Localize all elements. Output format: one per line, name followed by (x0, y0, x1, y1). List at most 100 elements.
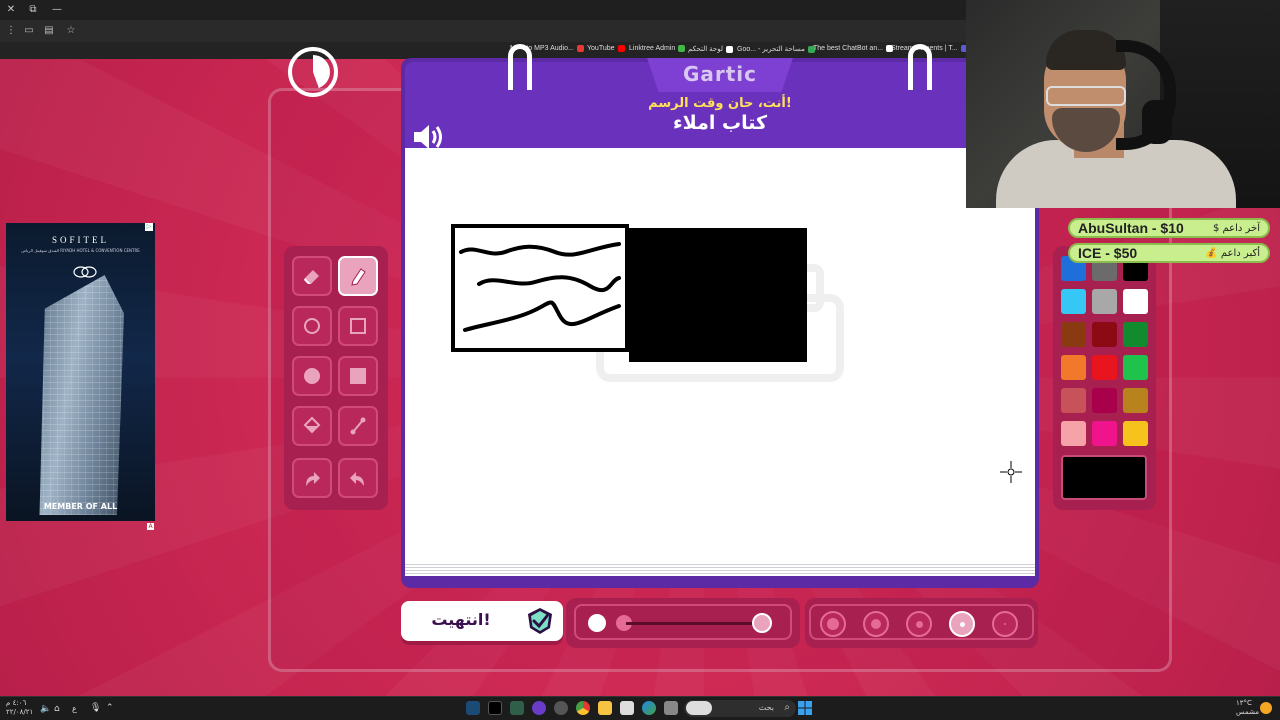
notepad-icon[interactable] (620, 701, 634, 715)
color-swatch[interactable] (1061, 289, 1086, 314)
opacity-option[interactable] (906, 611, 932, 637)
opacity-option[interactable] (992, 611, 1018, 637)
tools-panel (284, 246, 388, 510)
opacity-option[interactable] (820, 611, 846, 637)
drawing-canvas[interactable] (405, 148, 1035, 562)
color-swatch[interactable] (1123, 289, 1148, 314)
color-swatch[interactable] (1123, 355, 1148, 380)
bookmark-star-icon[interactable]: ☆ (64, 24, 78, 38)
search-placeholder: بحث (758, 703, 774, 712)
rect-outline-tool[interactable] (338, 306, 378, 346)
restore-window-icon[interactable]: ⧉ (26, 3, 40, 17)
settings-icon[interactable] (554, 701, 568, 715)
color-swatch[interactable] (1123, 388, 1148, 413)
tray-expand-icon[interactable]: ⌃ (106, 703, 114, 713)
circle-fill-icon (304, 368, 320, 384)
ad-report-icon[interactable]: A (147, 523, 154, 530)
line-tool[interactable] (338, 406, 378, 446)
square-outline-icon (350, 318, 366, 334)
color-swatch[interactable] (1092, 355, 1117, 380)
menu-icon[interactable]: ⋮ (4, 24, 18, 38)
undo-icon (306, 472, 320, 486)
network-icon[interactable]: ⌂ (54, 704, 60, 714)
language-indicator[interactable]: ع (72, 704, 77, 713)
notebook-pages-edge (405, 562, 1035, 576)
opacity-option[interactable] (863, 611, 889, 637)
task-view-icon[interactable] (664, 701, 678, 715)
check-shield-icon (528, 608, 552, 634)
crosshair-cursor-icon (1000, 461, 1022, 483)
rect-fill-tool[interactable] (338, 356, 378, 396)
search-highlight-image (686, 701, 712, 715)
xbox-icon[interactable] (510, 701, 524, 715)
color-swatch[interactable] (1092, 388, 1117, 413)
bookmark-linktree[interactable]: Linktree Admin (629, 45, 686, 52)
bookmark-chatbot[interactable]: The best ChatBot an... (813, 45, 894, 52)
chrome-icon[interactable] (576, 701, 590, 715)
color-swatch[interactable] (1061, 421, 1086, 446)
bookmark-youtube[interactable]: YouTube (587, 45, 625, 52)
eraser-tool[interactable] (292, 256, 332, 296)
current-color-preview (1061, 455, 1147, 500)
color-swatch[interactable] (1123, 322, 1148, 347)
ellipse-fill-tool[interactable] (292, 356, 332, 396)
undo-tool[interactable] (292, 458, 332, 498)
windows-taskbar: ٤:٠٦ م ٢٢/٠٨/٢١ 🔈 ⌂ ع 🎙 ⌃ بحث ⌕ ١٣°C مشم… (0, 696, 1280, 720)
redo-icon (350, 472, 364, 486)
bookmark-google-edit[interactable]: Goo... - مساحة التحرير (737, 45, 815, 53)
file-explorer-icon[interactable] (598, 701, 612, 715)
linktree-icon (678, 45, 686, 52)
windows-start-icon[interactable] (798, 701, 812, 715)
color-swatch[interactable] (1092, 421, 1117, 446)
brush-size-panel (566, 598, 800, 648)
extension-icon[interactable]: ▭ (22, 24, 36, 38)
obs-icon[interactable] (532, 701, 546, 715)
color-swatch[interactable] (1092, 289, 1117, 314)
color-swatch[interactable] (1123, 421, 1148, 446)
notebook-ring-right (908, 44, 932, 90)
clock-date: ٢٢/٠٨/٢١ (6, 708, 34, 716)
color-swatch[interactable] (1092, 322, 1117, 347)
cast-icon[interactable]: ▤ (42, 24, 56, 38)
color-swatch[interactable] (1061, 355, 1086, 380)
sofitel-advertisement[interactable]: SOFITEL الفندق سوفيتل الرياض RIYADH HOTE… (6, 223, 155, 521)
color-swatch[interactable] (1061, 388, 1086, 413)
size-small-preview (588, 614, 606, 632)
bookmark-dashboard[interactable]: لوحة التحكم (688, 45, 734, 53)
drawing-canvas-frame (401, 148, 1039, 588)
opacity-dot (871, 619, 881, 629)
tiktok-icon[interactable] (488, 701, 502, 715)
ad-tower-image (39, 275, 124, 515)
done-button[interactable]: انتهيت! (401, 601, 563, 641)
brush-size-track[interactable] (626, 622, 766, 625)
edge-icon[interactable] (642, 701, 656, 715)
secret-word: كتاب املاء (672, 112, 768, 134)
opacity-dot (915, 620, 923, 628)
circle-outline-icon (304, 318, 320, 334)
last-supporter-badge: AbuSultan - $10 $ آخر داعم (1068, 218, 1270, 238)
clock-time: ٤:٠٦ م (6, 699, 27, 707)
adchoices-icon[interactable]: ▷ (145, 223, 153, 231)
color-swatch[interactable] (1061, 322, 1086, 347)
bookmark-favicon (576, 45, 584, 52)
taskbar-search[interactable]: بحث ⌕ (684, 700, 796, 717)
top-supporter-badge: ICE - $50 💰 أكبر داعم (1068, 243, 1270, 263)
paint-bucket-icon (303, 416, 321, 434)
microphone-icon[interactable]: 🎙 (90, 703, 101, 713)
ad-brand: SOFITEL (52, 235, 109, 245)
bucket-tool[interactable] (292, 406, 332, 446)
sun-icon (1260, 702, 1272, 714)
close-window-icon[interactable]: ✕ (4, 3, 18, 17)
pencil-tool[interactable] (338, 256, 378, 296)
ad-subtitle: الفندق سوفيتل الرياض RIYADH HOTEL & CONV… (21, 248, 140, 253)
opacity-dot (959, 621, 965, 627)
brush-size-slider-handle[interactable] (752, 613, 772, 633)
minimize-window-icon[interactable]: — (50, 3, 64, 17)
volume-icon[interactable]: 🔈 (40, 704, 51, 714)
ellipse-outline-tool[interactable] (292, 306, 332, 346)
pencil-icon (351, 268, 366, 286)
opacity-option[interactable] (949, 611, 975, 637)
steam-icon[interactable] (466, 701, 480, 715)
word-header: Gartic أنت، حان وقت الرسم! كتاب املاء (401, 58, 1039, 148)
redo-tool[interactable] (338, 458, 378, 498)
